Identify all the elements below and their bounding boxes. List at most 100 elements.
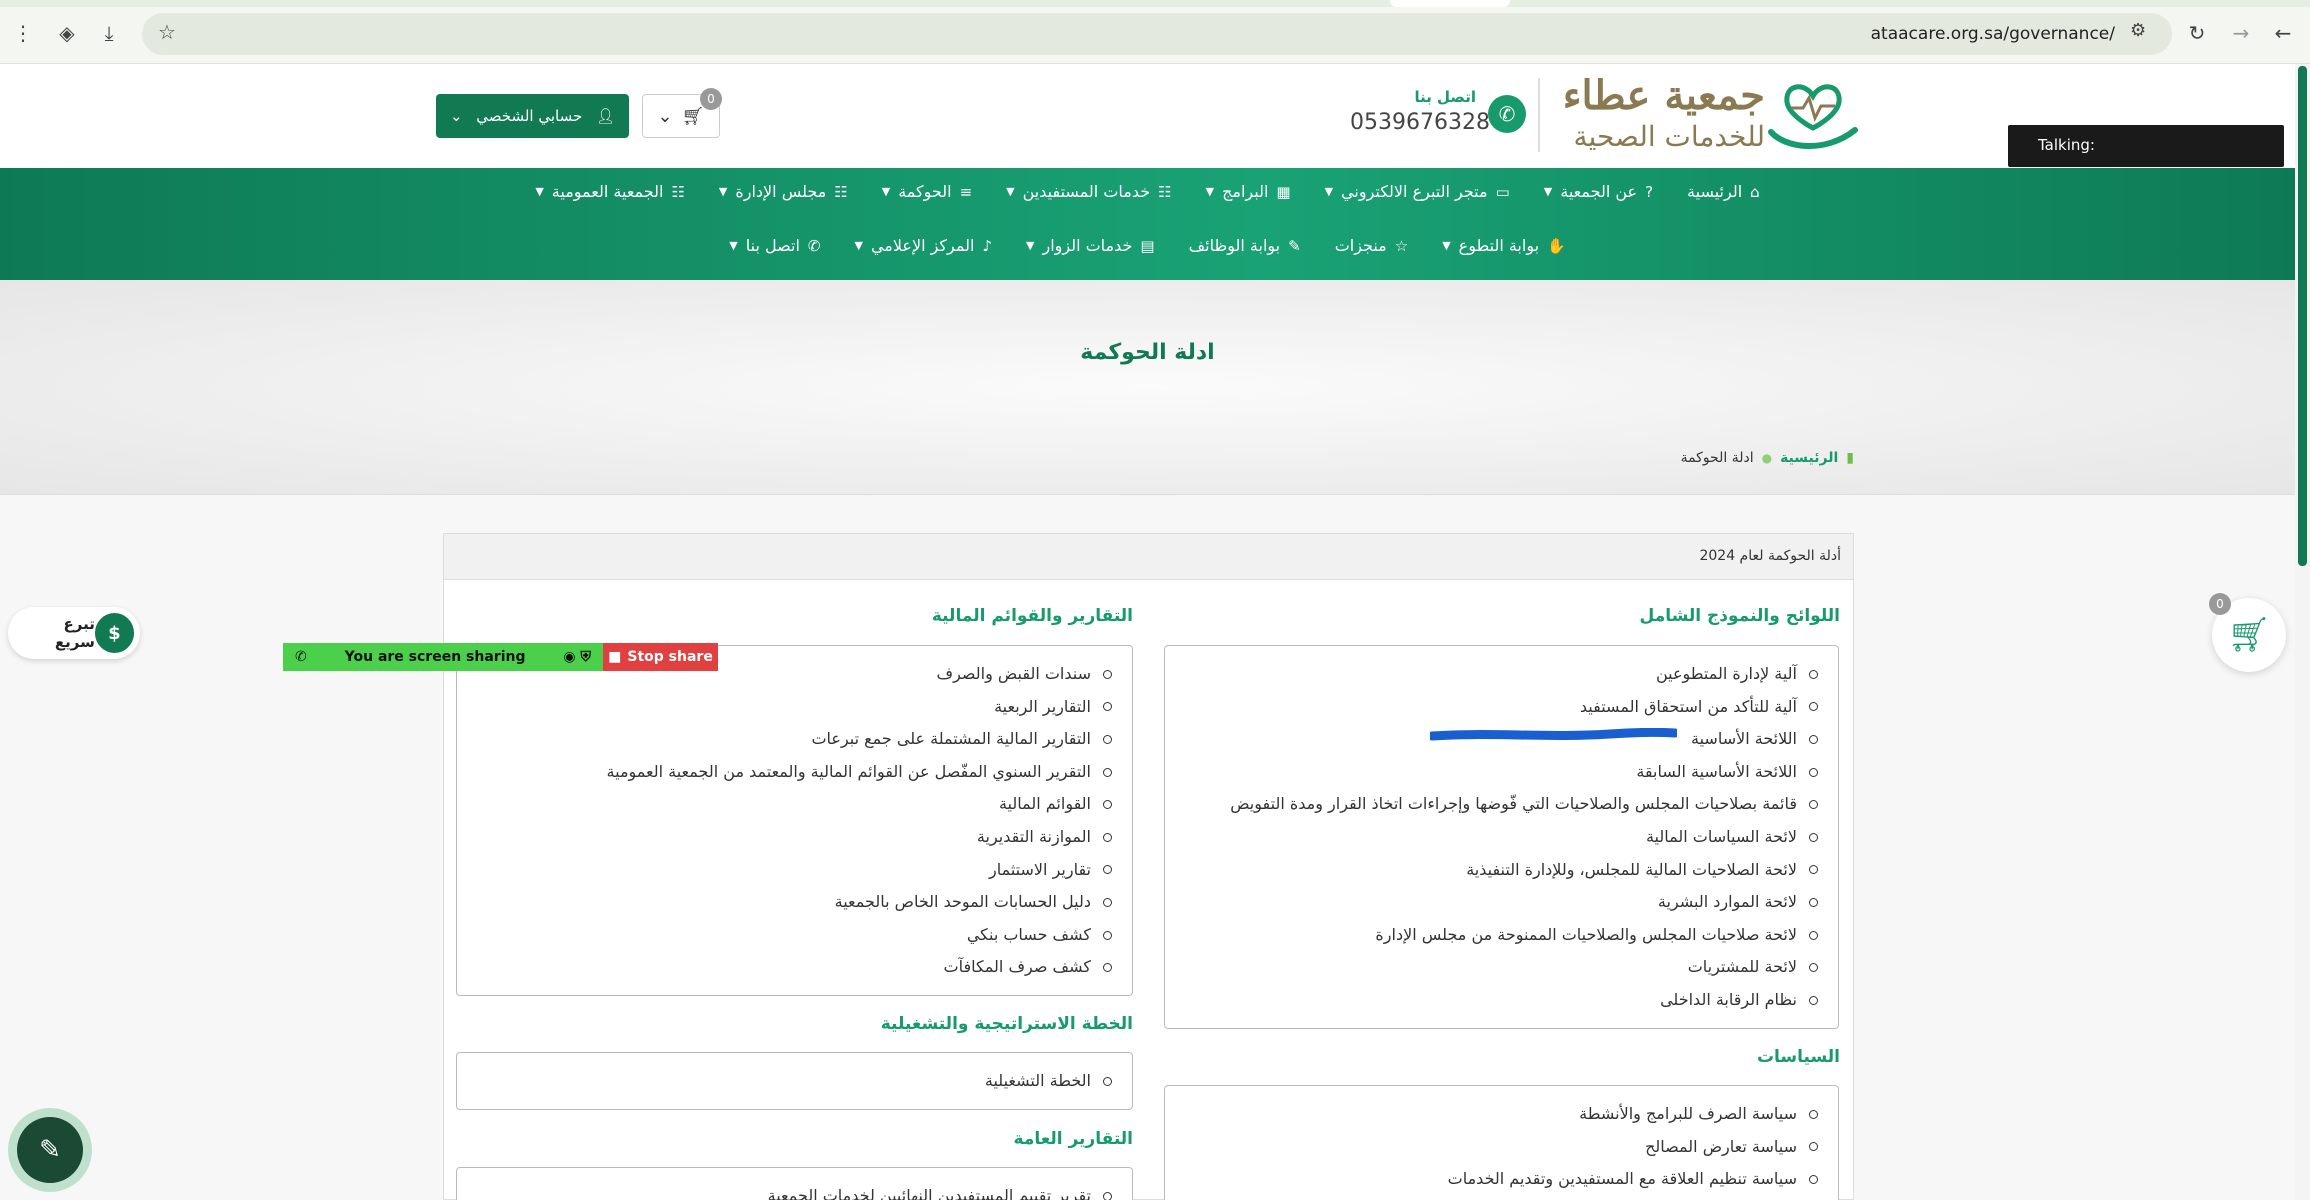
account-button[interactable]: 👤︎ حسابي الشخصي ⌄ xyxy=(436,94,629,138)
talking-indicator: Talking: xyxy=(2008,125,2284,167)
list-icon: ≡ xyxy=(959,182,973,201)
accessibility-tool-button[interactable]: ✎ xyxy=(8,1108,92,1192)
phone-icon[interactable]: ✆ xyxy=(1488,95,1526,133)
nav-item-label: عن الجمعية xyxy=(1560,182,1638,201)
nav-row-primary: ⌂ الرئيسية? عن الجمعية ▼ ▭ متجر التبرع الالكت… xyxy=(0,182,2295,201)
nav-item-label: اتصل بنا xyxy=(745,236,800,255)
forward-icon[interactable]: → xyxy=(2226,18,2256,48)
site-settings-icon[interactable]: ⚙ xyxy=(2130,20,2146,41)
screen-share-text: You are screen sharing xyxy=(344,649,526,665)
bullet-icon xyxy=(1809,767,1818,777)
list-item-label: كشف صرف المكافآت xyxy=(943,957,1092,977)
nav-item-row1-2[interactable]: ▭ متجر التبرع الالكتروني ▼ xyxy=(1325,182,1510,201)
calendar-icon: ▦ xyxy=(1276,182,1291,201)
active-tab[interactable] xyxy=(1390,0,1510,7)
list-item-label: سياسة تنظيم العلاقة مع المستفيدين وتقديم… xyxy=(1447,1169,1797,1189)
screen-share-status: ✆ You are screen sharing ◉ ⛨ xyxy=(283,643,603,671)
list-item[interactable]: تقرير تقييم المستفيدين النهائيين لخدمات … xyxy=(457,1180,1112,1200)
nav-item-row1-6[interactable]: ☷ مجلس الإدارة ▼ xyxy=(719,182,848,201)
microphone-icon: ♪ xyxy=(982,236,993,255)
breadcrumb-home[interactable]: الرئيسية xyxy=(1780,450,1838,466)
nav-item-row1-3[interactable]: ▦ البرامج ▼ xyxy=(1206,182,1291,201)
list-item[interactable]: اللائحة الأساسية السابقة xyxy=(1165,756,1818,789)
nav-item-row2-3[interactable]: ▤ خدمات الزوار ▼ xyxy=(1026,236,1155,255)
list-item-label: القوائم المالية xyxy=(998,794,1091,814)
bullet-icon xyxy=(1103,930,1112,940)
url-text[interactable]: ataacare.org.sa/governance/ xyxy=(1871,24,2115,44)
nav-item-row2-1[interactable]: ☆ منجزات xyxy=(1335,236,1409,255)
list-item[interactable]: قائمة بصلاحيات المجلس والصلاحيات التي فّ… xyxy=(1165,788,1818,821)
list-item[interactable]: سياسة تعارض المصالح xyxy=(1165,1131,1818,1164)
list-item[interactable]: سياسة تنظيم العلاقة مع المستفيدين وتقديم… xyxy=(1165,1163,1818,1196)
nav-item-label: مجلس الإدارة xyxy=(735,182,827,201)
extension-icon[interactable]: ◈ xyxy=(52,18,82,48)
users-icon: ☷ xyxy=(1158,182,1172,201)
list-item[interactable]: الخطة التشغيلية xyxy=(457,1065,1112,1098)
reload-icon[interactable]: ↻ xyxy=(2182,18,2212,48)
list-item-label: التقارير المالية المشتملة على جمع تبرعات xyxy=(811,729,1091,749)
list-item[interactable]: سياسة الصرف للبرامج والأنشطة xyxy=(1165,1098,1818,1131)
chevron-down-icon: ▼ xyxy=(1006,185,1015,198)
bullet-icon xyxy=(1809,1109,1818,1119)
screen-share-bar: ✆ You are screen sharing ◉ ⛨ ■ Stop shar… xyxy=(283,643,718,671)
phone-icon: ✆ xyxy=(807,236,821,255)
site-header xyxy=(0,64,2310,168)
list-item[interactable]: لائحة الصلاحيات المالية للمجلس، وللإدارة… xyxy=(1165,854,1818,887)
nav-item-row2-2[interactable]: ✎ بوابة الوظائف xyxy=(1189,236,1301,255)
nav-item-row1-5[interactable]: ≡ الحوكمة ▼ xyxy=(882,182,972,201)
nav-item-row1-0[interactable]: ⌂ الرئيسية xyxy=(1687,182,1760,201)
more-vert-icon[interactable]: ⋮ xyxy=(8,18,38,48)
bookmark-star-icon[interactable]: ☆ xyxy=(158,20,176,44)
nav-item-row1-1[interactable]: ? عن الجمعية ▼ xyxy=(1544,182,1653,201)
bullet-icon xyxy=(1103,1191,1112,1200)
list-item-label: الخطة التشغيلية xyxy=(984,1071,1091,1090)
list-item[interactable]: القوائم المالية xyxy=(457,788,1112,821)
download-icon[interactable]: ⤓ xyxy=(94,18,124,48)
list-item[interactable]: كشف حساب بنكي xyxy=(457,919,1112,952)
nav-item-label: خدمات المستفيدين xyxy=(1022,182,1151,201)
list-item-label: لائحة الصلاحيات المالية للمجلس، وللإدارة… xyxy=(1466,859,1797,879)
chevron-down-icon: ▼ xyxy=(1543,185,1553,198)
chevron-down-icon: ▼ xyxy=(729,239,738,252)
user-icon: 👤︎ xyxy=(595,107,615,125)
scrollbar-thumb[interactable] xyxy=(2298,66,2307,566)
list-item[interactable]: آلية لإدارة المتطوعين xyxy=(1165,658,1818,691)
list-item[interactable]: لائحة صلاحيات المجلس والصلاحيات الممنوحة… xyxy=(1165,919,1818,952)
list-item[interactable]: آلية للتأكد من استحقاق المستفيد xyxy=(1165,691,1818,724)
list-item[interactable]: كشف صرف المكافآت xyxy=(457,951,1112,984)
nav-item-label: بوابة الوظائف xyxy=(1188,236,1281,255)
phone-number[interactable]: 0539676328 xyxy=(1350,110,1490,135)
list-item[interactable]: تقارير الاستثمار xyxy=(457,854,1112,887)
shield-icon[interactable]: ◉ ⛨ xyxy=(563,649,591,665)
cart-icon: 🛒︎ xyxy=(2227,615,2271,655)
list-item[interactable]: التقارير الربعية xyxy=(457,691,1112,724)
bullet-icon xyxy=(1809,995,1818,1005)
list-item[interactable]: التقرير السنوي المفّصل عن القوائم المالي… xyxy=(457,756,1112,789)
list-item[interactable]: دليل الحسابات الموحد الخاص بالجمعية xyxy=(457,886,1112,919)
financial-list: سندات القبض والصرف التقارير الربعية التقار… xyxy=(457,646,1132,984)
list-item[interactable]: لائحة للمشتريات xyxy=(1165,951,1818,984)
group-icon: ☷ xyxy=(671,182,685,201)
nav-item-label: الحوكمة xyxy=(898,182,952,201)
address-bar[interactable] xyxy=(142,13,2172,55)
main-nav: ⌂ الرئيسية? عن الجمعية ▼ ▭ متجر التبرع الالكت… xyxy=(0,168,2295,280)
stop-share-button[interactable]: ■ Stop share xyxy=(603,643,718,671)
nav-item-row2-5[interactable]: ✆ اتصل بنا ▼ xyxy=(729,236,820,255)
chevron-down-icon: ▼ xyxy=(854,239,863,252)
panel-heading: أدلة الحوكمة لعام 2024 xyxy=(444,534,1853,580)
nav-item-row2-4[interactable]: ♪ المركز الإعلامي ▼ xyxy=(854,236,992,255)
list-item[interactable]: لائحة الموارد البشرية xyxy=(1165,886,1818,919)
bullet-icon xyxy=(1809,832,1818,842)
back-icon[interactable]: ← xyxy=(2268,18,2298,48)
nav-item-row1-4[interactable]: ☷ خدمات المستفيدين ▼ xyxy=(1006,182,1171,201)
group-icon: ☷ xyxy=(834,182,848,201)
nav-item-row2-0[interactable]: ✋ بوابة التطوع ▼ xyxy=(1442,236,1566,255)
list-item[interactable]: التقارير المالية المشتملة على جمع تبرعات xyxy=(457,723,1112,756)
list-item[interactable]: الموازنة التقديرية xyxy=(457,821,1112,854)
list-item-label: تقارير الاستثمار xyxy=(989,859,1091,879)
list-item[interactable]: نظام الرقابة الداخلى xyxy=(1165,984,1818,1017)
quick-donate-button[interactable]: $ تبرع سريع xyxy=(8,607,140,659)
nav-item-row1-7[interactable]: ☷ الجمعية العمومية ▼ xyxy=(535,182,685,201)
strategic-list: الخطة التشغيلية xyxy=(457,1053,1132,1098)
list-item[interactable]: لائحة السياسات المالية xyxy=(1165,821,1818,854)
